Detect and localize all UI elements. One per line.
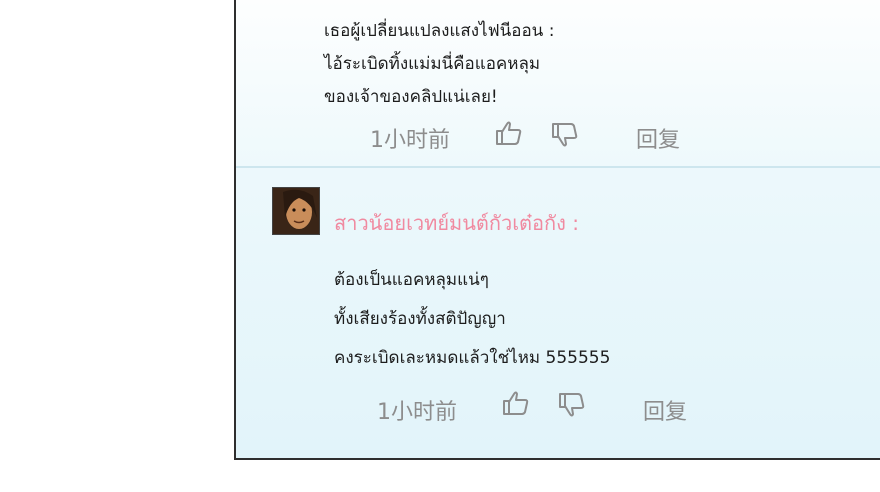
comment-item: สาวน้อยเวทย์มนต์กัวเต๋อกัง : ต้องเป็นแอค… — [236, 168, 880, 458]
comment-text-line: ต้องเป็นแอคหลุมแน่ๆ — [334, 270, 489, 290]
user-avatar[interactable] — [272, 187, 320, 235]
reply-button[interactable]: 回复 — [643, 394, 687, 426]
comment-text-line: ไอ้ระเบิดทิ้งแม่มนี่คือแอคหลุม — [324, 54, 541, 74]
thumbs-down-icon[interactable] — [550, 120, 580, 150]
comment-item: เธอผู้เปลี่ยนแปลงแสงไฟนีออน : ไอ้ระเบิดท… — [236, 0, 880, 168]
comment-text-line: ของเจ้าของคลิปแน่เลย! — [324, 87, 498, 107]
thumbs-up-icon[interactable] — [501, 388, 531, 418]
comment-username[interactable]: สาวน้อยเวทย์มนต์กัวเต๋อกัง : — [334, 207, 579, 239]
thumbs-down-icon[interactable] — [557, 390, 587, 420]
comment-text-line: คงระเบิดเละหมดแล้วใช่ไหม 555555 — [334, 348, 611, 368]
comment-timestamp: 1小时前 — [370, 128, 450, 153]
comment-timestamp: 1小时前 — [377, 400, 457, 425]
thumbs-up-icon[interactable] — [494, 118, 524, 148]
comment-text-line: ทั้งเสียงร้องทั้งสติปัญญา — [334, 309, 506, 329]
comment-panel: เธอผู้เปลี่ยนแปลงแสงไฟนีออน : ไอ้ระเบิดท… — [234, 0, 880, 460]
comment-text-line: เธอผู้เปลี่ยนแปลงแสงไฟนีออน : — [324, 21, 555, 41]
reply-button[interactable]: 回复 — [636, 122, 680, 154]
